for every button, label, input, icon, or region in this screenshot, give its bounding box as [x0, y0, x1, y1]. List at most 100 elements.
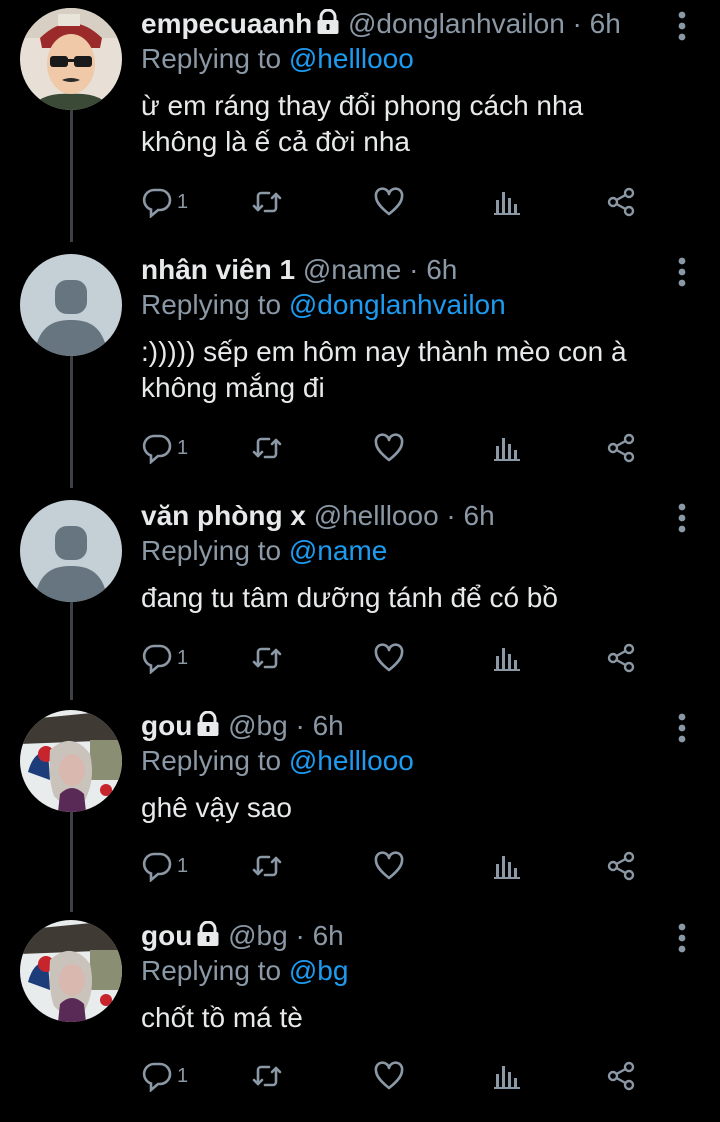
mention-link[interactable]: @helllooo — [289, 745, 414, 776]
replying-to-label: Replying to — [141, 955, 282, 986]
retweet-button[interactable] — [251, 1056, 283, 1096]
reply-button[interactable]: 1 — [141, 428, 188, 468]
tweet-actions: 1 — [141, 1056, 701, 1096]
separator-dot: · — [446, 500, 456, 531]
reply-tweet[interactable]: nhân viên 1 @name · 6h Replying to @dongl… — [0, 246, 720, 492]
timestamp[interactable]: 6h — [313, 920, 344, 951]
tweet-text-line: chốt tồ má tè — [141, 1002, 303, 1033]
tweet-actions: 1 — [141, 638, 701, 678]
more-options-icon[interactable] — [676, 502, 688, 534]
reply-button[interactable]: 1 — [141, 1056, 188, 1096]
display-name[interactable]: nhân viên 1 — [141, 254, 295, 285]
share-button[interactable] — [605, 846, 637, 886]
tweet-text: đang tu tâm dưỡng tánh để có bồ — [141, 580, 680, 616]
share-icon — [605, 432, 637, 464]
user-handle[interactable]: @name — [303, 254, 401, 285]
retweet-button[interactable] — [251, 846, 283, 886]
share-button[interactable] — [605, 1056, 637, 1096]
tweet-header: nhân viên 1 @name · 6h — [141, 252, 670, 288]
timestamp[interactable]: 6h — [590, 8, 621, 39]
user-handle[interactable]: @helllooo — [314, 500, 439, 531]
display-name[interactable]: empecuaanh — [141, 8, 312, 39]
mention-link[interactable]: @helllooo — [289, 43, 414, 74]
default-avatar-icon[interactable] — [20, 254, 122, 356]
retweet-icon — [251, 642, 283, 674]
tweet-actions: 1 — [141, 182, 701, 222]
share-icon — [605, 850, 637, 882]
photo-sunglasses-icon[interactable] — [20, 8, 122, 110]
analytics-icon — [491, 850, 523, 882]
retweet-button[interactable] — [251, 182, 283, 222]
reply-count: 1 — [177, 646, 189, 669]
user-handle[interactable]: @bg — [228, 710, 288, 741]
retweet-button[interactable] — [251, 638, 283, 678]
timestamp[interactable]: 6h — [426, 254, 457, 285]
more-options-icon[interactable] — [676, 922, 688, 954]
tweet-text: :))))) sếp em hôm nay thành mèo con à khô… — [141, 334, 680, 406]
display-name[interactable]: gou — [141, 710, 192, 741]
like-button[interactable] — [373, 846, 405, 886]
like-button[interactable] — [373, 428, 405, 468]
like-icon — [373, 642, 405, 674]
reply-icon — [141, 1060, 173, 1092]
display-name[interactable]: gou — [141, 920, 192, 951]
analytics-button[interactable] — [491, 182, 523, 222]
like-icon — [373, 432, 405, 464]
replying-to: Replying to @name — [141, 534, 387, 568]
separator-dot: · — [295, 710, 305, 741]
reply-tweet[interactable]: gou @bg · 6h Replying to @bg chốt tồ má tè… — [0, 912, 720, 1122]
user-handle[interactable]: @bg — [228, 920, 288, 951]
lock-icon — [196, 920, 220, 946]
tweet-header: gou @bg · 6h — [141, 918, 670, 954]
retweet-icon — [251, 850, 283, 882]
analytics-button[interactable] — [491, 846, 523, 886]
share-button[interactable] — [605, 638, 637, 678]
tweet-actions: 1 — [141, 846, 701, 886]
display-name[interactable]: văn phòng x — [141, 500, 306, 531]
tweet-text-line: đang tu tâm dưỡng tánh để có bồ — [141, 582, 558, 613]
share-button[interactable] — [605, 182, 637, 222]
reply-tweet[interactable]: gou @bg · 6h Replying to @helllooo ghê vậy… — [0, 702, 720, 912]
separator-dot: · — [572, 8, 582, 39]
more-options-icon[interactable] — [676, 10, 688, 42]
like-button[interactable] — [373, 1056, 405, 1096]
cartoon-witch-icon[interactable] — [20, 710, 122, 812]
like-button[interactable] — [373, 638, 405, 678]
reply-tweet[interactable]: empecuaanh @donglanhvailon · 6h Replying … — [0, 0, 720, 246]
timestamp[interactable]: 6h — [464, 500, 495, 531]
share-button[interactable] — [605, 428, 637, 468]
replying-to-label: Replying to — [141, 745, 282, 776]
mention-link[interactable]: @name — [289, 535, 387, 566]
retweet-icon — [251, 186, 283, 218]
tweet-text-line: ghê vậy sao — [141, 792, 292, 823]
cartoon-witch-icon[interactable] — [20, 920, 122, 1022]
analytics-icon — [491, 432, 523, 464]
analytics-button[interactable] — [491, 638, 523, 678]
timestamp[interactable]: 6h — [313, 710, 344, 741]
more-options-icon[interactable] — [676, 712, 688, 744]
replying-to-label: Replying to — [141, 535, 282, 566]
reply-count: 1 — [177, 436, 189, 459]
analytics-button[interactable] — [491, 428, 523, 468]
share-icon — [605, 642, 637, 674]
share-icon — [605, 1060, 637, 1092]
tweet-text: chốt tồ má tè — [141, 1000, 680, 1036]
mention-link[interactable]: @bg — [289, 955, 349, 986]
reply-button[interactable]: 1 — [141, 846, 188, 886]
retweet-icon — [251, 1060, 283, 1092]
mention-link[interactable]: @donglanhvailon — [289, 289, 506, 320]
reply-button[interactable]: 1 — [141, 182, 188, 222]
reply-button[interactable]: 1 — [141, 638, 188, 678]
user-handle[interactable]: @donglanhvailon — [348, 8, 565, 39]
replying-to: Replying to @donglanhvailon — [141, 288, 506, 322]
share-icon — [605, 186, 637, 218]
analytics-button[interactable] — [491, 1056, 523, 1096]
retweet-button[interactable] — [251, 428, 283, 468]
more-options-icon[interactable] — [676, 256, 688, 288]
tweet-header: empecuaanh @donglanhvailon · 6h — [141, 6, 670, 42]
default-avatar-icon[interactable] — [20, 500, 122, 602]
analytics-icon — [491, 186, 523, 218]
like-button[interactable] — [373, 182, 405, 222]
separator-dot: · — [295, 920, 305, 951]
tweet-actions: 1 — [141, 428, 701, 468]
